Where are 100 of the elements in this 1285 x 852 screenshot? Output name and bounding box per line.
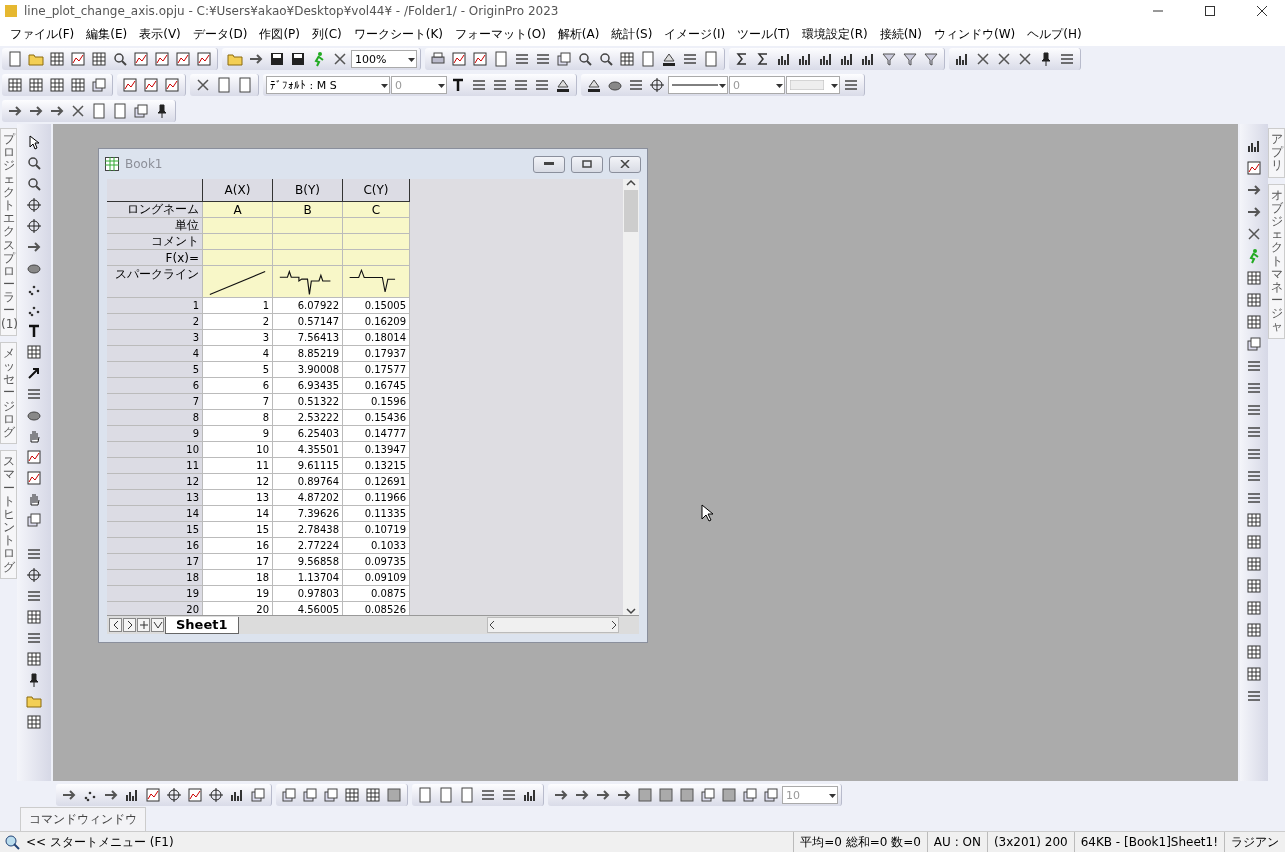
row-header[interactable]: 12 — [107, 474, 203, 490]
row-header[interactable]: 8 — [107, 410, 203, 426]
sheet-nav-button[interactable] — [109, 618, 122, 632]
crosshair-icon[interactable] — [206, 785, 226, 805]
layers-icon[interactable] — [300, 785, 320, 805]
table-icon[interactable] — [1244, 532, 1264, 552]
chart-icon[interactable] — [68, 49, 88, 69]
row-header[interactable]: 5 — [107, 362, 203, 378]
horizontal-scrollbar[interactable] — [487, 617, 619, 633]
crosshair-icon[interactable] — [24, 216, 44, 236]
crosshair-icon[interactable] — [647, 75, 667, 95]
side-panel-tab[interactable]: スマートヒントログ — [0, 450, 17, 579]
menu-item[interactable]: ワークシート(K) — [347, 23, 449, 45]
table-icon[interactable] — [1244, 268, 1264, 288]
menu-item[interactable]: 統計(S) — [605, 23, 659, 45]
row-header[interactable]: 17 — [107, 554, 203, 570]
column-header[interactable]: B(Y) — [273, 179, 343, 202]
table-icon[interactable] — [1244, 664, 1264, 684]
chart-icon[interactable] — [24, 447, 44, 467]
row-header[interactable]: 4 — [107, 346, 203, 362]
layers-icon[interactable] — [761, 785, 781, 805]
chart-icon[interactable] — [162, 75, 182, 95]
menu-item[interactable]: 列(C) — [306, 23, 348, 45]
table-icon[interactable] — [47, 75, 67, 95]
menu-item[interactable]: 表示(V) — [133, 23, 187, 45]
row-header[interactable]: 14 — [107, 506, 203, 522]
menu-item[interactable]: 接続(N) — [873, 23, 929, 45]
menu-item[interactable]: 作図(P) — [253, 23, 306, 45]
chart-icon[interactable] — [131, 49, 151, 69]
chart-icon[interactable] — [143, 785, 163, 805]
side-panel-tab[interactable]: メッセージログ — [0, 341, 17, 445]
row-header[interactable]: 3 — [107, 330, 203, 346]
chart-icon[interactable] — [152, 49, 172, 69]
row-header[interactable]: 19 — [107, 586, 203, 602]
font-combo[interactable]: ﾃﾞﾌｫﾙﾄ : M S — [266, 76, 390, 94]
table-icon[interactable] — [68, 75, 88, 95]
layers-icon[interactable] — [248, 785, 268, 805]
square-icon[interactable] — [719, 785, 739, 805]
table-icon[interactable] — [47, 49, 67, 69]
zoom-combo[interactable]: 100% — [351, 50, 417, 68]
chart-icon[interactable] — [194, 49, 214, 69]
row-header[interactable]: 16 — [107, 538, 203, 554]
layers-icon[interactable] — [698, 785, 718, 805]
square-icon[interactable] — [677, 785, 697, 805]
chart-icon[interactable] — [470, 49, 490, 69]
chart-icon[interactable] — [1244, 158, 1264, 178]
row-header[interactable]: 15 — [107, 522, 203, 538]
command-window-tab[interactable]: コマンドウィンドウ — [20, 807, 146, 831]
minimize-button[interactable] — [533, 155, 565, 173]
column-header[interactable]: A(X) — [203, 179, 273, 202]
crosshair-icon[interactable] — [24, 565, 44, 585]
table-icon[interactable] — [24, 342, 44, 362]
restore-button[interactable] — [571, 155, 603, 173]
table-icon[interactable] — [1244, 554, 1264, 574]
row-header[interactable]: 6 — [107, 378, 203, 394]
layers-icon[interactable] — [321, 785, 341, 805]
table-icon[interactable] — [5, 75, 25, 95]
layers-icon[interactable] — [24, 510, 44, 530]
menu-item[interactable]: ツール(T) — [731, 23, 796, 45]
table-icon[interactable] — [24, 607, 44, 627]
close-button[interactable] — [609, 155, 641, 173]
chart-icon[interactable] — [449, 49, 469, 69]
menu-item[interactable]: ウィンドウ(W) — [928, 23, 1022, 45]
square-icon[interactable] — [656, 785, 676, 805]
table-icon[interactable] — [1244, 510, 1264, 530]
start-menu-link[interactable]: << スタートメニュー (F1) — [26, 833, 174, 851]
table-icon[interactable] — [1244, 290, 1264, 310]
table-icon[interactable] — [24, 649, 44, 669]
row-header[interactable]: 7 — [107, 394, 203, 410]
row-header[interactable]: 2 — [107, 314, 203, 330]
menu-item[interactable]: フォーマット(O) — [449, 23, 552, 45]
menu-item[interactable]: ファイル(F) — [4, 23, 81, 45]
table-icon[interactable] — [1244, 576, 1264, 596]
column-header[interactable]: C(Y) — [343, 179, 410, 202]
row-header[interactable]: 9 — [107, 426, 203, 442]
table-icon[interactable] — [342, 785, 362, 805]
sheet-nav-button[interactable] — [123, 618, 136, 632]
crosshair-icon[interactable] — [164, 785, 184, 805]
row-header[interactable]: 18 — [107, 570, 203, 586]
row-header[interactable]: 10 — [107, 442, 203, 458]
table-icon[interactable] — [89, 49, 109, 69]
vertical-scrollbar[interactable] — [623, 179, 639, 615]
line-style-combo[interactable] — [668, 76, 728, 94]
table-icon[interactable] — [1244, 598, 1264, 618]
table-icon[interactable] — [24, 712, 44, 732]
layers-icon[interactable] — [740, 785, 760, 805]
menu-item[interactable]: 環境設定(R) — [796, 23, 874, 45]
square-icon[interactable] — [635, 785, 655, 805]
scroll-thumb[interactable] — [624, 190, 638, 232]
table-icon[interactable] — [617, 49, 637, 69]
side-panel-tab[interactable]: プロジェクトエクスプローラー(1) — [0, 128, 17, 336]
color-combo[interactable] — [786, 76, 840, 94]
menu-item[interactable]: イメージ(I) — [658, 23, 732, 45]
side-panel-tab[interactable]: オブジェクトマネージャ — [1268, 183, 1285, 339]
row-header[interactable]: 1 — [107, 298, 203, 314]
crosshair-icon[interactable] — [24, 195, 44, 215]
menu-item[interactable]: データ(D) — [186, 23, 254, 45]
square-icon[interactable] — [384, 785, 404, 805]
table-icon[interactable] — [363, 785, 383, 805]
layers-icon[interactable] — [1244, 334, 1264, 354]
